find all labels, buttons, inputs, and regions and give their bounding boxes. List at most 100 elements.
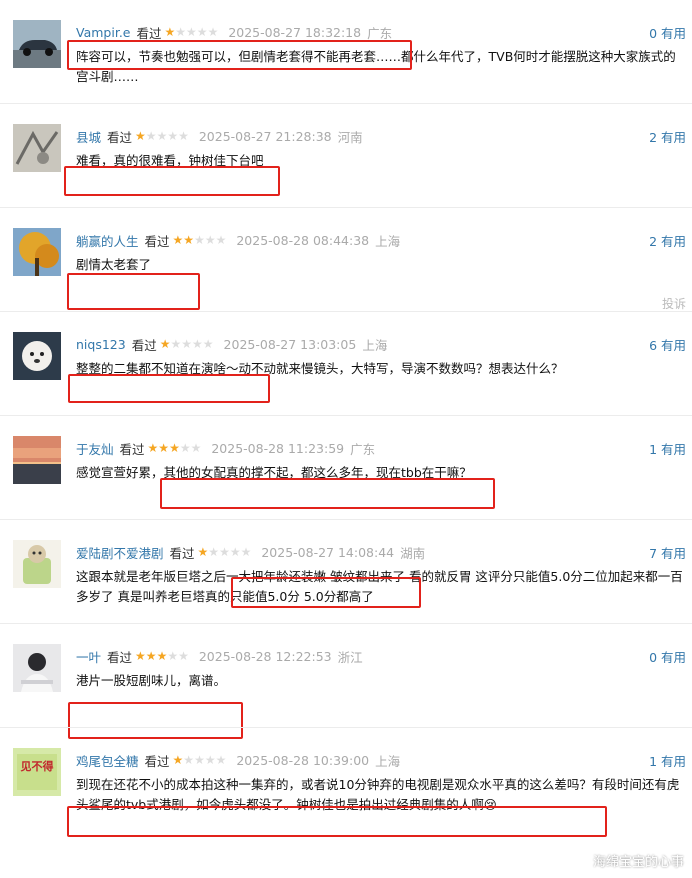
comment-time: 2025-08-27 18:32:18 <box>228 24 362 40</box>
report-link[interactable]: 投诉 <box>662 295 686 312</box>
comment-location: 广东 <box>367 25 393 41</box>
sunset-avatar[interactable] <box>13 436 61 484</box>
comment-text: 剧情太老套了 <box>76 257 152 272</box>
username-link[interactable]: 县城 <box>76 127 101 146</box>
star-icon: ★ <box>156 129 168 143</box>
star-icon: ★ <box>164 25 176 39</box>
comment-item: 一叶 看过 ★ ★ ★ ★ ★ 2025-08-28 12:22:53 浙江 0 有用 港片一股短剧… <box>0 624 692 739</box>
comment-text: 到现在还花不小的成本拍这种一集弃的，或者说10分钟弃的电视剧是观众水平真的这么差… <box>76 777 680 812</box>
watched-status: 看过 <box>131 337 157 353</box>
sketch-avatar[interactable] <box>13 124 61 172</box>
username-link[interactable]: 爱陆剧不爱港剧 <box>76 543 164 562</box>
star-icon: ★ <box>167 649 179 663</box>
useful-vote-button[interactable]: 7 有用 <box>649 543 686 562</box>
star-icon: ★ <box>194 233 205 247</box>
star-icon: ★ <box>178 129 189 143</box>
comment-item: 躺赢的人生 看过 ★ ★ ★ ★ ★ 2025-08-28 08:44:38 上海 2 有用 剧情太… <box>0 208 692 312</box>
star-icon: ★ <box>196 25 208 39</box>
star-icon: ★ <box>204 753 216 767</box>
username-link[interactable]: 一叶 <box>76 647 101 666</box>
watched-status: 看过 <box>107 649 133 665</box>
watermark: 海绵宝宝的心事 <box>592 855 684 870</box>
comment-time: 2025-08-27 21:28:38 <box>198 128 332 144</box>
white-dog-avatar[interactable] <box>13 332 61 380</box>
comment-meta: 一叶 看过 ★ ★ ★ ★ ★ 2025-08-28 12:22:53 浙江 <box>76 647 363 665</box>
comment-text: 难看，真的很难看，钟树佳下台吧 <box>76 153 264 168</box>
star-icon: ★ <box>229 545 241 559</box>
rating-stars: ★ ★ ★ ★ ★ <box>135 650 189 662</box>
comment-text: 这跟本就是老年版巨塔之后一大把年龄还装嫩 皱纹都出来了 看的就反胃 这评分只能值… <box>76 569 683 604</box>
star-icon: ★ <box>145 649 157 663</box>
comment-meta: 爱陆剧不爱港剧 看过 ★ ★ ★ ★ ★ 2025-08-27 14:08:44 湖南 <box>76 543 425 561</box>
star-icon: ★ <box>202 337 214 351</box>
green-logo-avatar[interactable]: 见不得 <box>13 748 61 796</box>
comment-time: 2025-08-28 12:22:53 <box>198 648 332 664</box>
star-icon: ★ <box>208 545 220 559</box>
comment-location: 上海 <box>375 233 401 249</box>
star-icon: ★ <box>192 337 203 351</box>
useful-vote-button[interactable]: 0 有用 <box>649 23 686 42</box>
rating-stars: ★ ★ ★ ★ ★ <box>160 338 214 350</box>
comment-text: 感觉宣萱好累，其他的女配真的撑不起，都这么多年，现在tbb在干嘛？ <box>76 465 472 480</box>
rating-stars: ★ ★ ★ ★ ★ <box>198 546 252 558</box>
person-avatar[interactable] <box>13 644 61 692</box>
username-link[interactable]: 于友灿 <box>76 439 114 458</box>
star-icon: ★ <box>181 337 193 351</box>
comment-meta: 鸡尾包全糖 看过 ★ ★ ★ ★ ★ 2025-08-28 10:39:00 上海 <box>76 751 400 769</box>
comment-meta: 于友灿 看过 ★ ★ ★ ★ ★ 2025-08-28 11:23:59 广东 <box>76 439 375 457</box>
watched-status: 看过 <box>144 753 170 769</box>
star-icon: ★ <box>145 129 157 143</box>
username-link[interactable]: Vampir.e <box>76 25 130 40</box>
useful-vote-button[interactable]: 2 有用 <box>649 127 686 146</box>
star-icon: ★ <box>215 233 227 247</box>
star-icon: ★ <box>219 545 230 559</box>
comment-meta: niqs123 看过 ★ ★ ★ ★ ★ 2025-08-27 13:03:05 上海 <box>76 335 387 353</box>
username-link[interactable]: niqs123 <box>76 337 126 352</box>
cartoon-avatar[interactable] <box>13 540 61 588</box>
comment-item: 县城 看过 ★ ★ ★ ★ ★ 2025-08-27 21:28:38 河南 2 有用 难看，真的很… <box>0 104 692 208</box>
star-icon: ★ <box>240 545 252 559</box>
star-icon: ★ <box>194 753 205 767</box>
comment-meta: 县城 看过 ★ ★ ★ ★ ★ 2025-08-27 21:28:38 河南 <box>76 127 363 145</box>
star-icon: ★ <box>207 25 219 39</box>
useful-vote-button[interactable]: 2 有用 <box>649 231 686 250</box>
comment-location: 湖南 <box>400 545 426 561</box>
star-icon: ★ <box>172 233 184 247</box>
star-icon: ★ <box>156 649 168 663</box>
watched-status: 看过 <box>107 129 133 145</box>
comment-time: 2025-08-27 14:08:44 <box>261 544 395 560</box>
star-icon: ★ <box>170 337 182 351</box>
watched-status: 看过 <box>136 25 162 41</box>
useful-vote-button[interactable]: 1 有用 <box>649 751 686 770</box>
star-icon: ★ <box>197 545 209 559</box>
useful-vote-button[interactable]: 0 有用 <box>649 647 686 666</box>
comment-text: 阵容可以，节奏也勉强可以，但剧情老套得不能再老套……都什么年代了，TVB何时才能… <box>76 49 676 84</box>
star-icon: ★ <box>186 25 197 39</box>
watched-status: 看过 <box>119 441 145 457</box>
comment-item: 于友灿 看过 ★ ★ ★ ★ ★ 2025-08-28 11:23:59 广东 1 有用 感觉宣萱好… <box>0 416 692 520</box>
comment-time: 2025-08-28 11:23:59 <box>211 440 345 456</box>
star-icon: ★ <box>135 129 146 143</box>
rating-stars: ★ ★ ★ ★ ★ <box>148 442 202 454</box>
comment-item: niqs123 看过 ★ ★ ★ ★ ★ 2025-08-27 13:03:05 上海 6 有用整… <box>0 312 692 416</box>
star-icon: ★ <box>159 337 171 351</box>
car-photo-avatar[interactable] <box>13 20 61 68</box>
comment-item: 爱陆剧不爱港剧 看过 ★ ★ ★ ★ ★ 2025-08-27 14:08:44 湖南 7 有用这… <box>0 520 692 624</box>
star-icon: ★ <box>183 753 195 767</box>
star-icon: ★ <box>215 753 227 767</box>
useful-vote-button[interactable]: 1 有用 <box>649 439 686 458</box>
watched-status: 看过 <box>169 545 195 561</box>
star-icon: ★ <box>178 649 189 663</box>
avatar-logo-text: 见不得 <box>20 760 54 773</box>
autumn-tree-avatar[interactable] <box>13 228 61 276</box>
username-link[interactable]: 鸡尾包全糖 <box>76 751 139 770</box>
comment-item: 见不得 鸡尾包全糖 看过 ★ ★ ★ ★ ★ 2025-08-28 10:39:00 上海 1 有用… <box>0 728 692 878</box>
star-icon: ★ <box>172 753 184 767</box>
useful-vote-button[interactable]: 6 有用 <box>649 335 686 354</box>
comment-location: 河南 <box>337 129 363 145</box>
rating-stars: ★ ★ ★ ★ ★ <box>165 26 219 38</box>
watched-status: 看过 <box>144 233 170 249</box>
star-icon: ★ <box>183 233 195 247</box>
comment-time: 2025-08-27 13:03:05 <box>223 336 357 352</box>
username-link[interactable]: 躺赢的人生 <box>76 231 139 250</box>
